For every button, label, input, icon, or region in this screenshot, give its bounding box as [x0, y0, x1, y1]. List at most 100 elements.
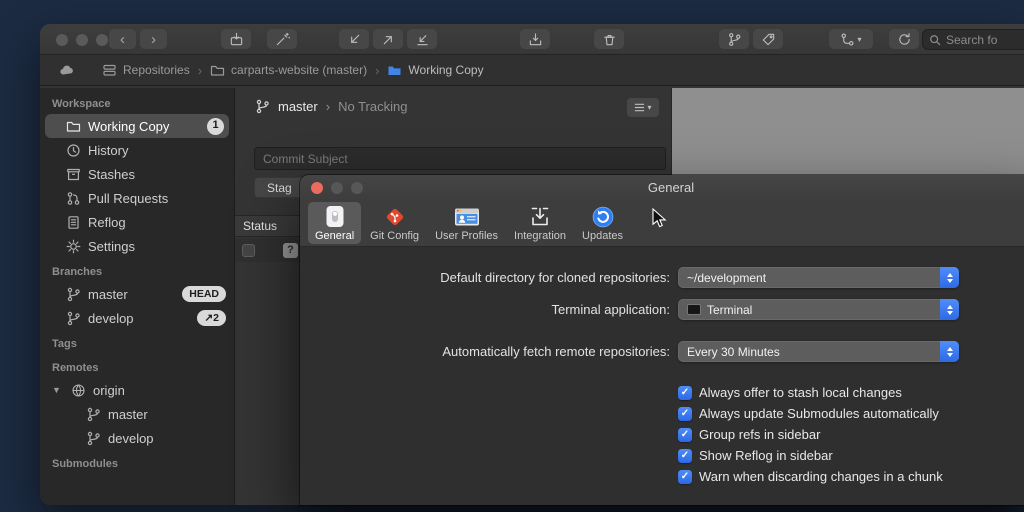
sidebar-item-stashes[interactable]: Stashes [40, 162, 234, 186]
tab-label: General [315, 230, 354, 242]
close-button[interactable] [56, 34, 68, 46]
blue-folder-icon [387, 63, 402, 78]
dialog-title: General [300, 180, 1024, 195]
checkbox-row-stash-local[interactable]: ✓ Always offer to stash local changes [678, 382, 1024, 403]
stage-button[interactable]: Stag [254, 177, 305, 198]
checkbox-label: Always offer to stash local changes [699, 385, 902, 400]
fetch-interval-dropdown[interactable]: Every 30 Minutes [678, 341, 959, 362]
checkbox-checked-icon[interactable]: ✓ [678, 470, 692, 484]
push-button[interactable] [373, 29, 403, 49]
tray-arrow-icon [528, 32, 543, 47]
breadcrumb-repositories[interactable]: Repositories [102, 63, 190, 78]
search-input[interactable] [946, 33, 1024, 47]
checkbox-row-group-refs[interactable]: ✓ Group refs in sidebar [678, 424, 1024, 445]
sidebar-item-label: Settings [88, 239, 135, 254]
breadcrumb-working-copy[interactable]: Working Copy [387, 63, 483, 78]
stash-button[interactable] [520, 29, 550, 49]
dialog-minimize-button [331, 182, 343, 194]
commit-button[interactable] [221, 29, 251, 49]
sidebar-item-settings[interactable]: Settings [40, 234, 234, 258]
checkbox-checked-icon[interactable]: ✓ [678, 407, 692, 421]
stage-button-label: Stag [267, 181, 292, 195]
discard-button[interactable] [594, 29, 624, 49]
fetch-button[interactable] [407, 29, 437, 49]
form-row-fetch-interval: Automatically fetch remote repositories:… [300, 341, 1024, 362]
checkbox-row-update-submodules[interactable]: ✓ Always update Submodules automatically [678, 403, 1024, 424]
checkbox-checked-icon[interactable]: ✓ [678, 386, 692, 400]
form-row-terminal-app: Terminal application: Terminal [300, 299, 1024, 320]
sidebar-section-tags: Tags [40, 330, 234, 354]
reflog-journal-icon [66, 215, 81, 230]
commit-subject-input[interactable] [254, 147, 666, 170]
branch-icon [66, 311, 81, 326]
updates-icon [591, 205, 615, 229]
tab-git-config[interactable]: Git Config [363, 202, 426, 244]
zoom-button[interactable] [96, 34, 108, 46]
branch-button[interactable] [719, 29, 749, 49]
preferences-general-panel: Default directory for cloned repositorie… [300, 247, 1024, 487]
clone-directory-dropdown[interactable]: ~/development [678, 267, 959, 288]
breadcrumb-label: Working Copy [408, 63, 483, 77]
checkbox-checked-icon[interactable]: ✓ [678, 449, 692, 463]
refresh-button[interactable] [889, 29, 919, 49]
pull-request-icon [66, 191, 81, 206]
cloud-icon[interactable] [59, 63, 74, 78]
sidebar-item-branch-master[interactable]: master HEAD [40, 282, 234, 306]
git-flow-icon [840, 32, 855, 47]
checkbox-row-show-reflog[interactable]: ✓ Show Reflog in sidebar [678, 445, 1024, 466]
current-branch-name: master [278, 99, 318, 114]
sidebar-item-working-copy[interactable]: Working Copy 1 [45, 114, 229, 138]
sidebar-item-pull-requests[interactable]: Pull Requests [40, 186, 234, 210]
tab-updates[interactable]: Updates [575, 202, 630, 244]
branch-separator: › [326, 99, 330, 114]
remote-globe-icon [71, 383, 86, 398]
integration-icon [528, 205, 552, 229]
refresh-icon [897, 32, 912, 47]
checkbox-checked-icon[interactable]: ✓ [678, 428, 692, 442]
list-icon [634, 102, 645, 113]
app-toolbar: ‹ › [40, 24, 1024, 55]
sidebar: Workspace Working Copy 1 History Stashes… [40, 88, 235, 505]
sidebar-item-branch-develop[interactable]: develop ↗2 [40, 306, 234, 330]
file-checkbox[interactable] [242, 244, 255, 257]
sidebar-item-history[interactable]: History [40, 138, 234, 162]
pull-button[interactable] [339, 29, 369, 49]
toolbar-search[interactable] [922, 29, 1024, 50]
tab-label: Integration [514, 230, 566, 242]
merge-tool-button[interactable] [267, 29, 297, 49]
minimize-button[interactable] [76, 34, 88, 46]
git-flow-dropdown[interactable]: ▾ [829, 29, 873, 49]
sidebar-item-origin-develop[interactable]: develop [40, 426, 234, 450]
terminal-app-dropdown[interactable]: Terminal [678, 299, 959, 320]
tag-button[interactable] [753, 29, 783, 49]
tab-label: Updates [582, 230, 623, 242]
sidebar-item-remote-origin[interactable]: ▼ origin [40, 378, 234, 402]
back-button[interactable]: ‹ [109, 29, 136, 49]
forward-button[interactable]: › [140, 29, 167, 49]
dialog-zoom-button [351, 182, 363, 194]
tab-general[interactable]: General [308, 202, 361, 244]
branch-icon [255, 99, 270, 114]
dialog-close-button[interactable] [311, 182, 323, 194]
checkbox-label: Always update Submodules automatically [699, 406, 939, 421]
ahead-badge: ↗2 [197, 310, 226, 326]
sidebar-item-label: Working Copy [88, 119, 169, 134]
breadcrumb-label: Repositories [123, 63, 190, 77]
disclosure-triangle-icon[interactable]: ▼ [52, 385, 64, 395]
sidebar-item-origin-master[interactable]: master [40, 402, 234, 426]
view-options-button[interactable]: ▾ [627, 98, 659, 117]
sidebar-item-reflog[interactable]: Reflog [40, 210, 234, 234]
tab-integration[interactable]: Integration [507, 202, 573, 244]
checkbox-label: Warn when discarding changes in a chunk [699, 469, 943, 484]
mouse-cursor-icon [652, 208, 667, 229]
count-badge: 1 [207, 118, 224, 135]
field-label: Automatically fetch remote repositories: [300, 344, 670, 359]
sidebar-item-label: Reflog [88, 215, 126, 230]
sidebar-section-submodules: Submodules [40, 450, 234, 474]
tab-user-profiles[interactable]: User Profiles [428, 202, 505, 244]
breadcrumb-repository[interactable]: carparts-website (master) [210, 63, 367, 78]
preferences-checkbox-group: ✓ Always offer to stash local changes ✓ … [678, 382, 1024, 487]
dropdown-stepper-icon [940, 267, 959, 288]
checkbox-row-warn-discard[interactable]: ✓ Warn when discarding changes in a chun… [678, 466, 1024, 487]
arrow-diagonal-icon [415, 32, 430, 47]
